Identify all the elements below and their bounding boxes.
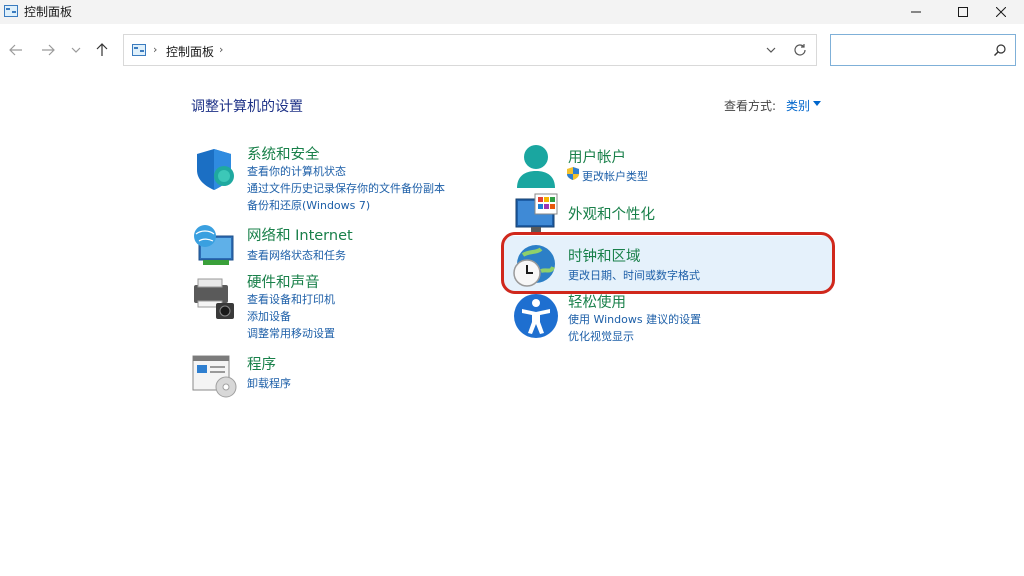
close-button[interactable] bbox=[978, 0, 1024, 24]
link-backup-restore[interactable]: 备份和还原(Windows 7) bbox=[247, 197, 370, 213]
category-title-user-accounts[interactable]: 用户帐户 bbox=[568, 146, 626, 167]
breadcrumb-separator[interactable]: › bbox=[219, 43, 223, 56]
link-mobility-settings[interactable]: 调整常用移动设置 bbox=[247, 325, 335, 341]
control-panel-icon bbox=[4, 5, 18, 17]
link-uninstall-program[interactable]: 卸载程序 bbox=[247, 375, 291, 391]
search-box[interactable] bbox=[830, 34, 1016, 66]
uac-shield-icon bbox=[567, 167, 579, 180]
link-network-status[interactable]: 查看网络状态和任务 bbox=[247, 247, 346, 263]
arrow-up-icon bbox=[96, 43, 108, 56]
link-change-account-type[interactable]: 更改帐户类型 bbox=[582, 168, 648, 184]
category-title-system-security[interactable]: 系统和安全 bbox=[247, 143, 320, 164]
window-title: 控制面板 bbox=[24, 5, 73, 19]
category-title-ease-of-access[interactable]: 轻松使用 bbox=[568, 291, 626, 312]
category-title-network-internet[interactable]: 网络和 Internet bbox=[247, 224, 353, 245]
view-by-label: 查看方式: bbox=[724, 99, 777, 113]
minimize-button[interactable] bbox=[893, 0, 939, 24]
printer-icon[interactable] bbox=[192, 275, 238, 321]
network-globe-icon[interactable] bbox=[191, 222, 237, 268]
title-bar: 控制面板 bbox=[0, 0, 1024, 24]
arrow-left-icon bbox=[9, 44, 22, 56]
category-title-hardware-sound[interactable]: 硬件和声音 bbox=[247, 271, 320, 292]
link-devices-printers[interactable]: 查看设备和打印机 bbox=[247, 291, 335, 307]
link-recommended-settings[interactable]: 使用 Windows 建议的设置 bbox=[568, 311, 701, 327]
refresh-icon[interactable] bbox=[792, 42, 808, 58]
breadcrumb-item[interactable]: 控制面板 bbox=[166, 43, 214, 60]
link-optimize-display[interactable]: 优化视觉显示 bbox=[568, 328, 634, 344]
link-view-computer-status[interactable]: 查看你的计算机状态 bbox=[247, 163, 346, 179]
arrow-right-icon bbox=[42, 44, 55, 56]
minimize-icon bbox=[911, 11, 921, 13]
close-icon bbox=[996, 7, 1006, 17]
breadcrumb-separator[interactable]: › bbox=[153, 43, 157, 56]
triangle-down-icon[interactable] bbox=[813, 101, 821, 107]
chevron-down-icon bbox=[71, 47, 81, 53]
search-icon bbox=[994, 44, 1006, 56]
accessibility-icon[interactable] bbox=[513, 293, 559, 339]
recent-locations-button[interactable] bbox=[66, 40, 86, 60]
link-add-device[interactable]: 添加设备 bbox=[247, 308, 291, 324]
forward-button[interactable] bbox=[38, 40, 58, 60]
chevron-down-icon[interactable] bbox=[764, 43, 778, 57]
shield-icon[interactable] bbox=[193, 146, 239, 192]
maximize-icon bbox=[958, 7, 968, 17]
back-button[interactable] bbox=[6, 40, 26, 60]
programs-icon[interactable] bbox=[192, 353, 238, 399]
category-title-appearance[interactable]: 外观和个性化 bbox=[568, 203, 655, 224]
address-bar[interactable]: › 控制面板 › bbox=[123, 34, 817, 66]
control-panel-icon bbox=[132, 44, 146, 56]
view-by-dropdown[interactable]: 类别 bbox=[786, 97, 810, 114]
up-button[interactable] bbox=[92, 40, 112, 60]
link-file-history[interactable]: 通过文件历史记录保存你的文件备份副本 bbox=[247, 180, 445, 196]
page-title: 调整计算机的设置 bbox=[191, 99, 303, 115]
highlight-annotation-ring bbox=[501, 232, 835, 294]
user-icon[interactable] bbox=[513, 144, 559, 190]
category-title-programs[interactable]: 程序 bbox=[247, 353, 276, 374]
